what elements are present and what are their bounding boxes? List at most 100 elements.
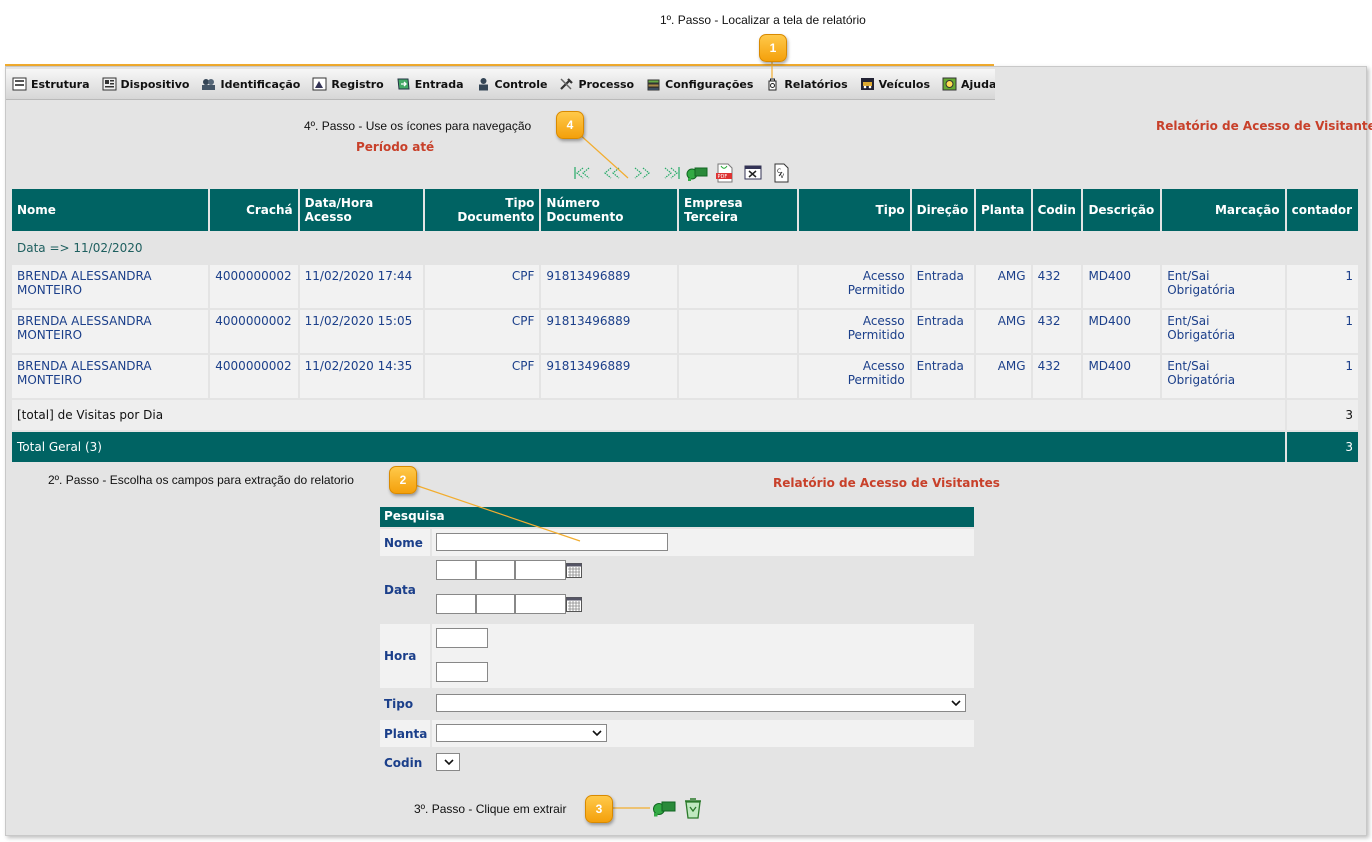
search-row-planta: Planta xyxy=(380,720,974,747)
menu-entrada[interactable]: Entrada xyxy=(390,69,470,99)
help-icon xyxy=(942,77,957,91)
control-icon xyxy=(478,78,488,91)
csv-icon[interactable]: CV xyxy=(769,163,793,183)
svg-text:PDF: PDF xyxy=(718,174,728,180)
col-direcao[interactable]: Direção xyxy=(911,189,974,231)
search-row-tipo: Tipo xyxy=(380,690,974,718)
pdf-icon[interactable]: PDF xyxy=(713,163,737,183)
search-panel: Pesquisa Nome Data Hora Tipo Planta Codi… xyxy=(380,507,974,777)
menu-label: Controle xyxy=(494,77,548,91)
cell-codin: 432 xyxy=(1032,310,1082,353)
cell-numero-documento: 91813496889 xyxy=(541,355,677,398)
menu-label: Registro xyxy=(331,77,384,91)
entry-icon xyxy=(397,78,410,90)
col-numero-documento[interactable]: Número Documento xyxy=(541,189,677,231)
date-from-year-input[interactable] xyxy=(515,560,566,580)
tipo-select-value xyxy=(437,695,440,708)
cell-direcao: Entrada xyxy=(911,265,974,308)
grand-total-row: Total Geral (3) 3 xyxy=(12,432,1358,462)
col-data-hora[interactable]: Data/Hora Acesso xyxy=(299,189,424,231)
menu-dispositivo[interactable]: Dispositivo xyxy=(96,69,196,99)
cell-descricao: MD400 xyxy=(1083,265,1161,308)
col-planta[interactable]: Planta xyxy=(975,189,1031,231)
cell-cracha: 4000000002 xyxy=(210,265,298,308)
date-to-month-input[interactable] xyxy=(476,594,515,614)
col-tipo[interactable]: Tipo xyxy=(799,189,910,231)
label-hora: Hora xyxy=(380,624,430,688)
cell-tipo: Acesso Permitido xyxy=(799,265,910,308)
last-page-icon[interactable] xyxy=(657,163,681,183)
date-from-month-input[interactable] xyxy=(476,560,515,580)
cell-marcacao: Ent/Sai Obrigatória xyxy=(1162,310,1285,353)
date-to-day-input[interactable] xyxy=(436,594,476,614)
report-period: Período até xyxy=(356,140,435,154)
process-icon xyxy=(560,78,574,90)
cell-tipo-documento: CPF xyxy=(425,265,540,308)
menu-processo[interactable]: Processo xyxy=(553,69,640,99)
step2-annotation: 2º. Passo - Escolha os campos para extra… xyxy=(48,473,354,487)
cell-nome: BRENDA ALESSANDRA MONTEIRO xyxy=(12,265,209,308)
col-nome[interactable]: Nome xyxy=(12,189,209,231)
chevron-down-icon xyxy=(444,759,454,766)
clear-trash-icon[interactable] xyxy=(682,796,704,820)
menu-label: Configurações xyxy=(665,77,754,91)
excel-icon[interactable] xyxy=(741,163,765,183)
menu-ajuda[interactable]: Ajuda xyxy=(936,69,995,99)
col-codin[interactable]: Codin xyxy=(1032,189,1082,231)
menu-relatorios[interactable]: Relatórios xyxy=(759,69,853,99)
extract-icon[interactable] xyxy=(685,163,709,183)
table-row: BRENDA ALESSANDRA MONTEIRO 4000000002 11… xyxy=(12,310,1358,353)
step4-annotation: 4º. Passo - Use os ícones para navegação xyxy=(304,119,532,133)
menu-controle[interactable]: Controle xyxy=(470,69,554,99)
col-cracha[interactable]: Crachá xyxy=(210,189,298,231)
cell-codin: 432 xyxy=(1032,265,1082,308)
hora-to-input[interactable] xyxy=(436,662,488,682)
search-row-data: Data xyxy=(380,558,974,622)
search-row-nome: Nome xyxy=(380,529,974,556)
nome-input[interactable] xyxy=(436,533,668,551)
cell-codin: 432 xyxy=(1032,355,1082,398)
menu-configuracoes[interactable]: Configurações xyxy=(640,69,759,99)
menu-estrutura[interactable]: Estrutura xyxy=(6,69,96,99)
step2-badge: 2 xyxy=(389,466,417,494)
previous-page-icon[interactable] xyxy=(601,163,625,183)
grand-total-label: Total Geral (3) xyxy=(12,432,1285,462)
chevron-down-icon xyxy=(592,730,602,737)
results-table: Nome Crachá Data/Hora Acesso Tipo Docume… xyxy=(10,187,1360,464)
hora-from-input[interactable] xyxy=(436,628,488,648)
tipo-select[interactable] xyxy=(436,694,966,712)
codin-select[interactable] xyxy=(436,753,460,771)
daily-total-value: 3 xyxy=(1286,400,1358,430)
cell-empresa xyxy=(679,265,798,308)
date-from-day-input[interactable] xyxy=(436,560,476,580)
menu-identificacao[interactable]: Identificação xyxy=(195,69,306,99)
daily-total-label: [total] de Visitas por Dia xyxy=(12,400,1285,430)
step3-annotation: 3º. Passo - Clique em extrair xyxy=(414,802,567,816)
cell-direcao: Entrada xyxy=(911,310,974,353)
menu-veiculos[interactable]: Veículos xyxy=(854,69,936,99)
cell-contador: 1 xyxy=(1286,265,1358,308)
col-empresa-terceira[interactable]: Empresa Terceira xyxy=(679,189,798,231)
extract-button-icon[interactable] xyxy=(651,797,677,819)
col-tipo-documento[interactable]: Tipo Documento xyxy=(425,189,540,231)
cell-descricao: MD400 xyxy=(1083,310,1161,353)
cell-numero-documento: 91813496889 xyxy=(541,310,677,353)
table-row: BRENDA ALESSANDRA MONTEIRO 4000000002 11… xyxy=(12,265,1358,308)
menu-registro[interactable]: Registro xyxy=(306,69,389,99)
col-descricao[interactable]: Descrição xyxy=(1083,189,1161,231)
vehicles-icon xyxy=(860,78,874,90)
calendar-icon[interactable] xyxy=(566,562,582,578)
table-row: BRENDA ALESSANDRA MONTEIRO 4000000002 11… xyxy=(12,355,1358,398)
cell-tipo-documento: CPF xyxy=(425,310,540,353)
menu-label: Estrutura xyxy=(31,77,90,91)
date-to-year-input[interactable] xyxy=(515,594,566,614)
col-marcacao[interactable]: Marcação xyxy=(1162,189,1285,231)
report-title: Relatório de Acesso de Visitantes xyxy=(1156,119,1372,133)
planta-select[interactable] xyxy=(436,724,607,742)
menu-label: Veículos xyxy=(878,77,931,91)
next-page-icon[interactable] xyxy=(629,163,653,183)
col-contador[interactable]: contador xyxy=(1286,189,1358,231)
table-header-row: Nome Crachá Data/Hora Acesso Tipo Docume… xyxy=(12,189,1358,231)
calendar-icon[interactable] xyxy=(566,596,582,612)
first-page-icon[interactable] xyxy=(573,163,597,183)
